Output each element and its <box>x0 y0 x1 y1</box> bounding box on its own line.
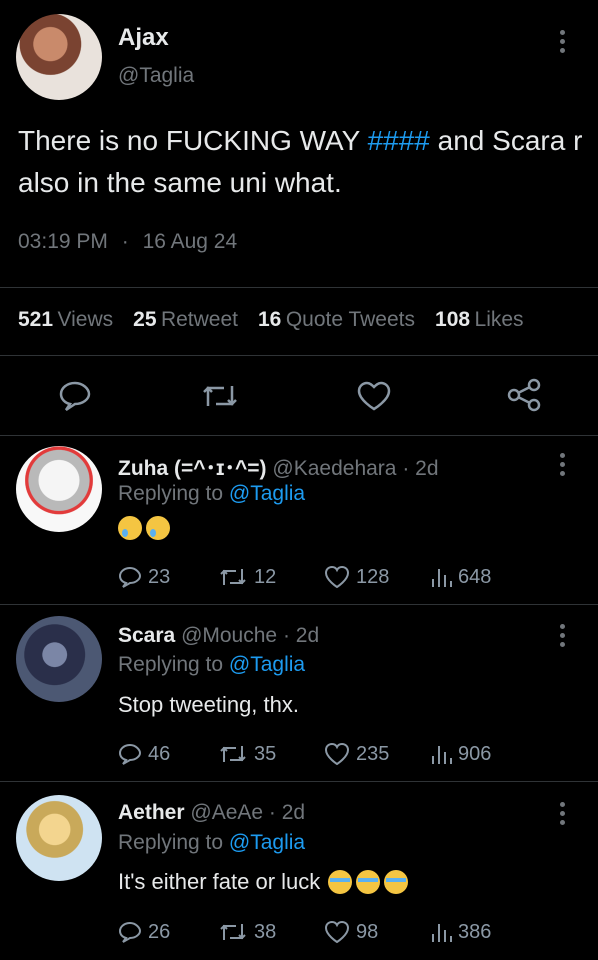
reply-comment-button[interactable]: 23 <box>118 565 170 589</box>
reply-text: Stop tweeting, thx. <box>118 692 299 717</box>
reply-comment-button[interactable]: 26 <box>118 920 170 944</box>
share-icon[interactable] <box>532 565 558 589</box>
quotes-stat[interactable]: 16 Quote Tweets <box>258 308 415 332</box>
loudly-crying-face-icon <box>328 870 353 894</box>
reply-actions: 26 38 98 386 <box>118 920 558 946</box>
reply-author-name[interactable]: Zuha (=^･ɪ･^=) <box>118 457 267 480</box>
retweet-icon <box>220 746 246 762</box>
retweets-stat[interactable]: 25 Retweet <box>133 308 238 332</box>
replying-to-link[interactable]: @Taglia <box>229 831 305 854</box>
replying-to: Replying to @Taglia <box>118 831 306 854</box>
more-options-icon[interactable] <box>560 30 566 57</box>
reply-retweet-button[interactable]: 35 <box>218 742 276 766</box>
divider <box>0 781 598 782</box>
reply-icon <box>118 921 142 943</box>
reply-author-handle[interactable]: @Mouche <box>181 624 277 647</box>
reply-author-name[interactable]: Scara <box>118 624 175 647</box>
like-icon <box>324 565 350 589</box>
reply-like-button[interactable]: 128 <box>324 565 389 589</box>
replying-to: Replying to @Taglia <box>118 653 306 676</box>
tweet-text-before: There is no FUCKING WAY <box>18 125 360 156</box>
reply-views-button[interactable]: 386 <box>430 920 491 944</box>
divider <box>0 604 598 605</box>
replying-to-link[interactable]: @Taglia <box>229 653 305 676</box>
reply-views-button[interactable]: 648 <box>430 565 491 589</box>
divider <box>0 435 598 436</box>
reply-text-row: It's either fate or luck <box>118 869 409 895</box>
views-icon <box>432 569 452 587</box>
like-icon <box>324 920 350 944</box>
divider <box>0 287 598 288</box>
crying-face-icon <box>146 516 170 540</box>
like-icon[interactable] <box>356 380 392 412</box>
replying-to: Replying to @Taglia <box>118 482 306 505</box>
reply-header: Zuha (=^･ɪ･^=) @Kaedehara · 2d <box>118 452 439 482</box>
author-handle[interactable]: @Taglia <box>118 64 194 88</box>
reply-icon[interactable] <box>58 380 92 412</box>
reply-actions: 23 12 128 648 <box>118 565 558 591</box>
share-icon[interactable] <box>532 920 558 944</box>
loudly-crying-face-icon <box>356 870 381 894</box>
more-options-icon[interactable] <box>560 624 566 651</box>
views-icon <box>432 746 452 764</box>
reply-icon <box>118 743 142 765</box>
views-stat[interactable]: 521 Views <box>18 308 113 332</box>
reply-author-handle[interactable]: @Kaedehara <box>272 457 396 480</box>
reply-avatar[interactable] <box>16 446 102 532</box>
retweet-icon <box>220 569 246 585</box>
reply-like-button[interactable]: 98 <box>324 920 378 944</box>
author-avatar[interactable] <box>16 14 102 100</box>
retweet-icon <box>220 924 246 940</box>
reply-text: It's either fate or luck <box>118 869 321 894</box>
reply-avatar[interactable] <box>16 795 102 881</box>
reply-author-handle[interactable]: @AeAe <box>190 801 263 824</box>
crying-face-icon <box>118 516 142 540</box>
reply-emojis <box>118 516 170 540</box>
more-options-icon[interactable] <box>560 453 566 480</box>
reply-age: · 2d <box>402 457 439 480</box>
tweet-time: 03:19 PM <box>18 230 108 253</box>
reply-actions: 46 35 235 906 <box>118 742 558 768</box>
reply-like-button[interactable]: 235 <box>324 742 389 766</box>
likes-stat[interactable]: 108 Likes <box>435 308 524 332</box>
reply-retweet-button[interactable]: 12 <box>218 565 276 589</box>
replying-to-link[interactable]: @Taglia <box>229 482 305 505</box>
retweet-icon[interactable] <box>200 380 240 412</box>
tweet-timestamp: 03:19 PM · 16 Aug 24 <box>18 230 238 253</box>
reply-retweet-button[interactable]: 38 <box>218 920 276 944</box>
reply-avatar[interactable] <box>16 616 102 702</box>
reply-comment-button[interactable]: 46 <box>118 742 170 766</box>
more-options-icon[interactable] <box>560 802 566 829</box>
tweet-text: There is no FUCKING WAY #### and Scara r… <box>18 120 588 204</box>
reply-views-button[interactable]: 906 <box>430 742 491 766</box>
reply-age: · 2d <box>268 801 306 824</box>
reply-header: Aether @AeAe · 2d <box>118 801 305 825</box>
reply-author-name[interactable]: Aether <box>118 801 185 824</box>
views-icon <box>432 924 452 942</box>
like-icon <box>324 742 350 766</box>
loudly-crying-face-icon <box>384 870 409 894</box>
reply-icon <box>118 566 142 588</box>
tweet-hashtag[interactable]: #### <box>368 125 430 156</box>
reply-header: Scara @Mouche · 2d <box>118 624 319 648</box>
tweet-stats: 521 Views 25 Retweet 16 Quote Tweets 108… <box>18 308 524 332</box>
share-icon[interactable] <box>532 742 558 766</box>
share-icon[interactable] <box>506 378 542 412</box>
tweet-date: 16 Aug 24 <box>142 230 238 253</box>
reply-age: · 2d <box>282 624 320 647</box>
divider <box>0 355 598 356</box>
author-name[interactable]: Ajax <box>118 24 169 52</box>
